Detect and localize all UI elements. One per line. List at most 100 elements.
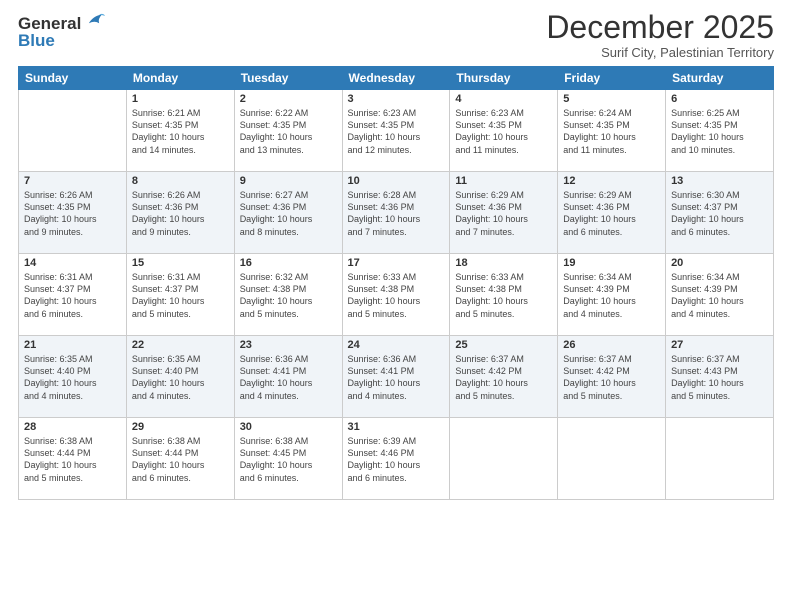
calendar-cell: 6 Sunrise: 6:25 AM Sunset: 4:35 PM Daylig… [666,90,774,172]
day-info: Sunrise: 6:39 AM Sunset: 4:46 PM Dayligh… [348,435,445,484]
header: General Blue December 2025 Surif City, P… [18,10,774,60]
calendar-cell: 17Sunrise: 6:33 AM Sunset: 4:38 PM Dayli… [342,254,450,336]
col-header-tuesday: Tuesday [234,67,342,90]
day-info: Sunrise: 6:26 AM Sunset: 4:35 PM Dayligh… [24,189,121,238]
subtitle: Surif City, Palestinian Territory [546,45,774,60]
day-info: Sunrise: 6:25 AM Sunset: 4:35 PM Dayligh… [671,107,768,156]
day-number: 27 [671,339,768,351]
col-header-friday: Friday [558,67,666,90]
logo-bird-icon [83,10,105,32]
calendar-cell: 22 Sunrise: 6:35 AM Sunset: 4:40 PM Dayli… [126,336,234,418]
calendar-cell: 1 Sunrise: 6:21 AM Sunset: 4:35 PM Daylig… [126,90,234,172]
day-info: Sunrise: 6:31 AM Sunset: 4:37 PM Dayligh… [24,271,121,320]
day-info: Sunrise: 6:23 AM Sunset: 4:35 PM Dayligh… [455,107,552,156]
day-number: 25 [455,339,552,351]
day-number: 12 [563,175,660,187]
calendar-cell: 18Sunrise: 6:33 AM Sunset: 4:38 PM Dayli… [450,254,558,336]
calendar-cell: 7Sunrise: 6:26 AM Sunset: 4:35 PM Daylig… [19,172,127,254]
day-info: Sunrise: 6:34 AM Sunset: 4:39 PM Dayligh… [671,271,768,320]
calendar: SundayMondayTuesdayWednesdayThursdayFrid… [18,66,774,500]
col-header-monday: Monday [126,67,234,90]
day-info: Sunrise: 6:27 AM Sunset: 4:36 PM Dayligh… [240,189,337,238]
day-number: 15 [132,257,229,269]
day-info: Sunrise: 6:38 AM Sunset: 4:44 PM Dayligh… [24,435,121,484]
day-info: Sunrise: 6:33 AM Sunset: 4:38 PM Dayligh… [455,271,552,320]
day-number: 9 [240,175,337,187]
calendar-cell: 4 Sunrise: 6:23 AM Sunset: 4:35 PM Daylig… [450,90,558,172]
calendar-cell: 16Sunrise: 6:32 AM Sunset: 4:38 PM Dayli… [234,254,342,336]
calendar-cell [666,418,774,500]
calendar-cell: 10 Sunrise: 6:28 AM Sunset: 4:36 PM Dayli… [342,172,450,254]
calendar-header-row: SundayMondayTuesdayWednesdayThursdayFrid… [19,67,774,90]
calendar-cell: 26 Sunrise: 6:37 AM Sunset: 4:42 PM Dayli… [558,336,666,418]
day-number: 4 [455,93,552,105]
day-info: Sunrise: 6:29 AM Sunset: 4:36 PM Dayligh… [455,189,552,238]
day-number: 16 [240,257,337,269]
day-number: 10 [348,175,445,187]
day-info: Sunrise: 6:36 AM Sunset: 4:41 PM Dayligh… [240,353,337,402]
day-number: 5 [563,93,660,105]
col-header-sunday: Sunday [19,67,127,90]
day-info: Sunrise: 6:21 AM Sunset: 4:35 PM Dayligh… [132,107,229,156]
calendar-week-row: 7Sunrise: 6:26 AM Sunset: 4:35 PM Daylig… [19,172,774,254]
day-number: 24 [348,339,445,351]
calendar-cell: 28 Sunrise: 6:38 AM Sunset: 4:44 PM Dayli… [19,418,127,500]
calendar-cell: 29Sunrise: 6:38 AM Sunset: 4:44 PM Dayli… [126,418,234,500]
day-info: Sunrise: 6:31 AM Sunset: 4:37 PM Dayligh… [132,271,229,320]
calendar-cell: 14 Sunrise: 6:31 AM Sunset: 4:37 PM Dayli… [19,254,127,336]
calendar-cell: 21 Sunrise: 6:35 AM Sunset: 4:40 PM Dayli… [19,336,127,418]
calendar-cell: 24 Sunrise: 6:36 AM Sunset: 4:41 PM Dayli… [342,336,450,418]
logo: General Blue [18,14,105,51]
calendar-week-row: 14 Sunrise: 6:31 AM Sunset: 4:37 PM Dayli… [19,254,774,336]
calendar-cell: 27 Sunrise: 6:37 AM Sunset: 4:43 PM Dayli… [666,336,774,418]
day-number: 14 [24,257,121,269]
day-info: Sunrise: 6:30 AM Sunset: 4:37 PM Dayligh… [671,189,768,238]
day-info: Sunrise: 6:37 AM Sunset: 4:42 PM Dayligh… [563,353,660,402]
day-info: Sunrise: 6:35 AM Sunset: 4:40 PM Dayligh… [132,353,229,402]
col-header-saturday: Saturday [666,67,774,90]
day-info: Sunrise: 6:29 AM Sunset: 4:36 PM Dayligh… [563,189,660,238]
calendar-cell: 11Sunrise: 6:29 AM Sunset: 4:36 PM Dayli… [450,172,558,254]
day-info: Sunrise: 6:38 AM Sunset: 4:45 PM Dayligh… [240,435,337,484]
calendar-cell: 23 Sunrise: 6:36 AM Sunset: 4:41 PM Dayli… [234,336,342,418]
calendar-cell: 9 Sunrise: 6:27 AM Sunset: 4:36 PM Daylig… [234,172,342,254]
day-number: 19 [563,257,660,269]
day-number: 1 [132,93,229,105]
day-number: 8 [132,175,229,187]
day-info: Sunrise: 6:24 AM Sunset: 4:35 PM Dayligh… [563,107,660,156]
day-info: Sunrise: 6:37 AM Sunset: 4:43 PM Dayligh… [671,353,768,402]
calendar-week-row: 1 Sunrise: 6:21 AM Sunset: 4:35 PM Daylig… [19,90,774,172]
calendar-cell [19,90,127,172]
day-info: Sunrise: 6:38 AM Sunset: 4:44 PM Dayligh… [132,435,229,484]
day-info: Sunrise: 6:28 AM Sunset: 4:36 PM Dayligh… [348,189,445,238]
day-number: 23 [240,339,337,351]
calendar-cell: 30 Sunrise: 6:38 AM Sunset: 4:45 PM Dayli… [234,418,342,500]
day-info: Sunrise: 6:35 AM Sunset: 4:40 PM Dayligh… [24,353,121,402]
day-number: 13 [671,175,768,187]
day-info: Sunrise: 6:34 AM Sunset: 4:39 PM Dayligh… [563,271,660,320]
day-number: 28 [24,421,121,433]
day-number: 22 [132,339,229,351]
calendar-cell: 13 Sunrise: 6:30 AM Sunset: 4:37 PM Dayli… [666,172,774,254]
day-info: Sunrise: 6:22 AM Sunset: 4:35 PM Dayligh… [240,107,337,156]
calendar-week-row: 28 Sunrise: 6:38 AM Sunset: 4:44 PM Dayli… [19,418,774,500]
calendar-cell: 31Sunrise: 6:39 AM Sunset: 4:46 PM Dayli… [342,418,450,500]
calendar-cell: 3 Sunrise: 6:23 AM Sunset: 4:35 PM Daylig… [342,90,450,172]
day-number: 2 [240,93,337,105]
month-title: December 2025 [546,10,774,45]
day-number: 21 [24,339,121,351]
day-info: Sunrise: 6:23 AM Sunset: 4:35 PM Dayligh… [348,107,445,156]
day-info: Sunrise: 6:36 AM Sunset: 4:41 PM Dayligh… [348,353,445,402]
day-number: 17 [348,257,445,269]
day-number: 26 [563,339,660,351]
day-number: 6 [671,93,768,105]
day-number: 3 [348,93,445,105]
calendar-week-row: 21 Sunrise: 6:35 AM Sunset: 4:40 PM Dayli… [19,336,774,418]
calendar-cell: 5 Sunrise: 6:24 AM Sunset: 4:35 PM Daylig… [558,90,666,172]
calendar-cell: 15 Sunrise: 6:31 AM Sunset: 4:37 PM Dayli… [126,254,234,336]
calendar-cell [558,418,666,500]
calendar-cell: 12 Sunrise: 6:29 AM Sunset: 4:36 PM Dayli… [558,172,666,254]
day-number: 30 [240,421,337,433]
col-header-thursday: Thursday [450,67,558,90]
calendar-cell: 8Sunrise: 6:26 AM Sunset: 4:36 PM Daylig… [126,172,234,254]
